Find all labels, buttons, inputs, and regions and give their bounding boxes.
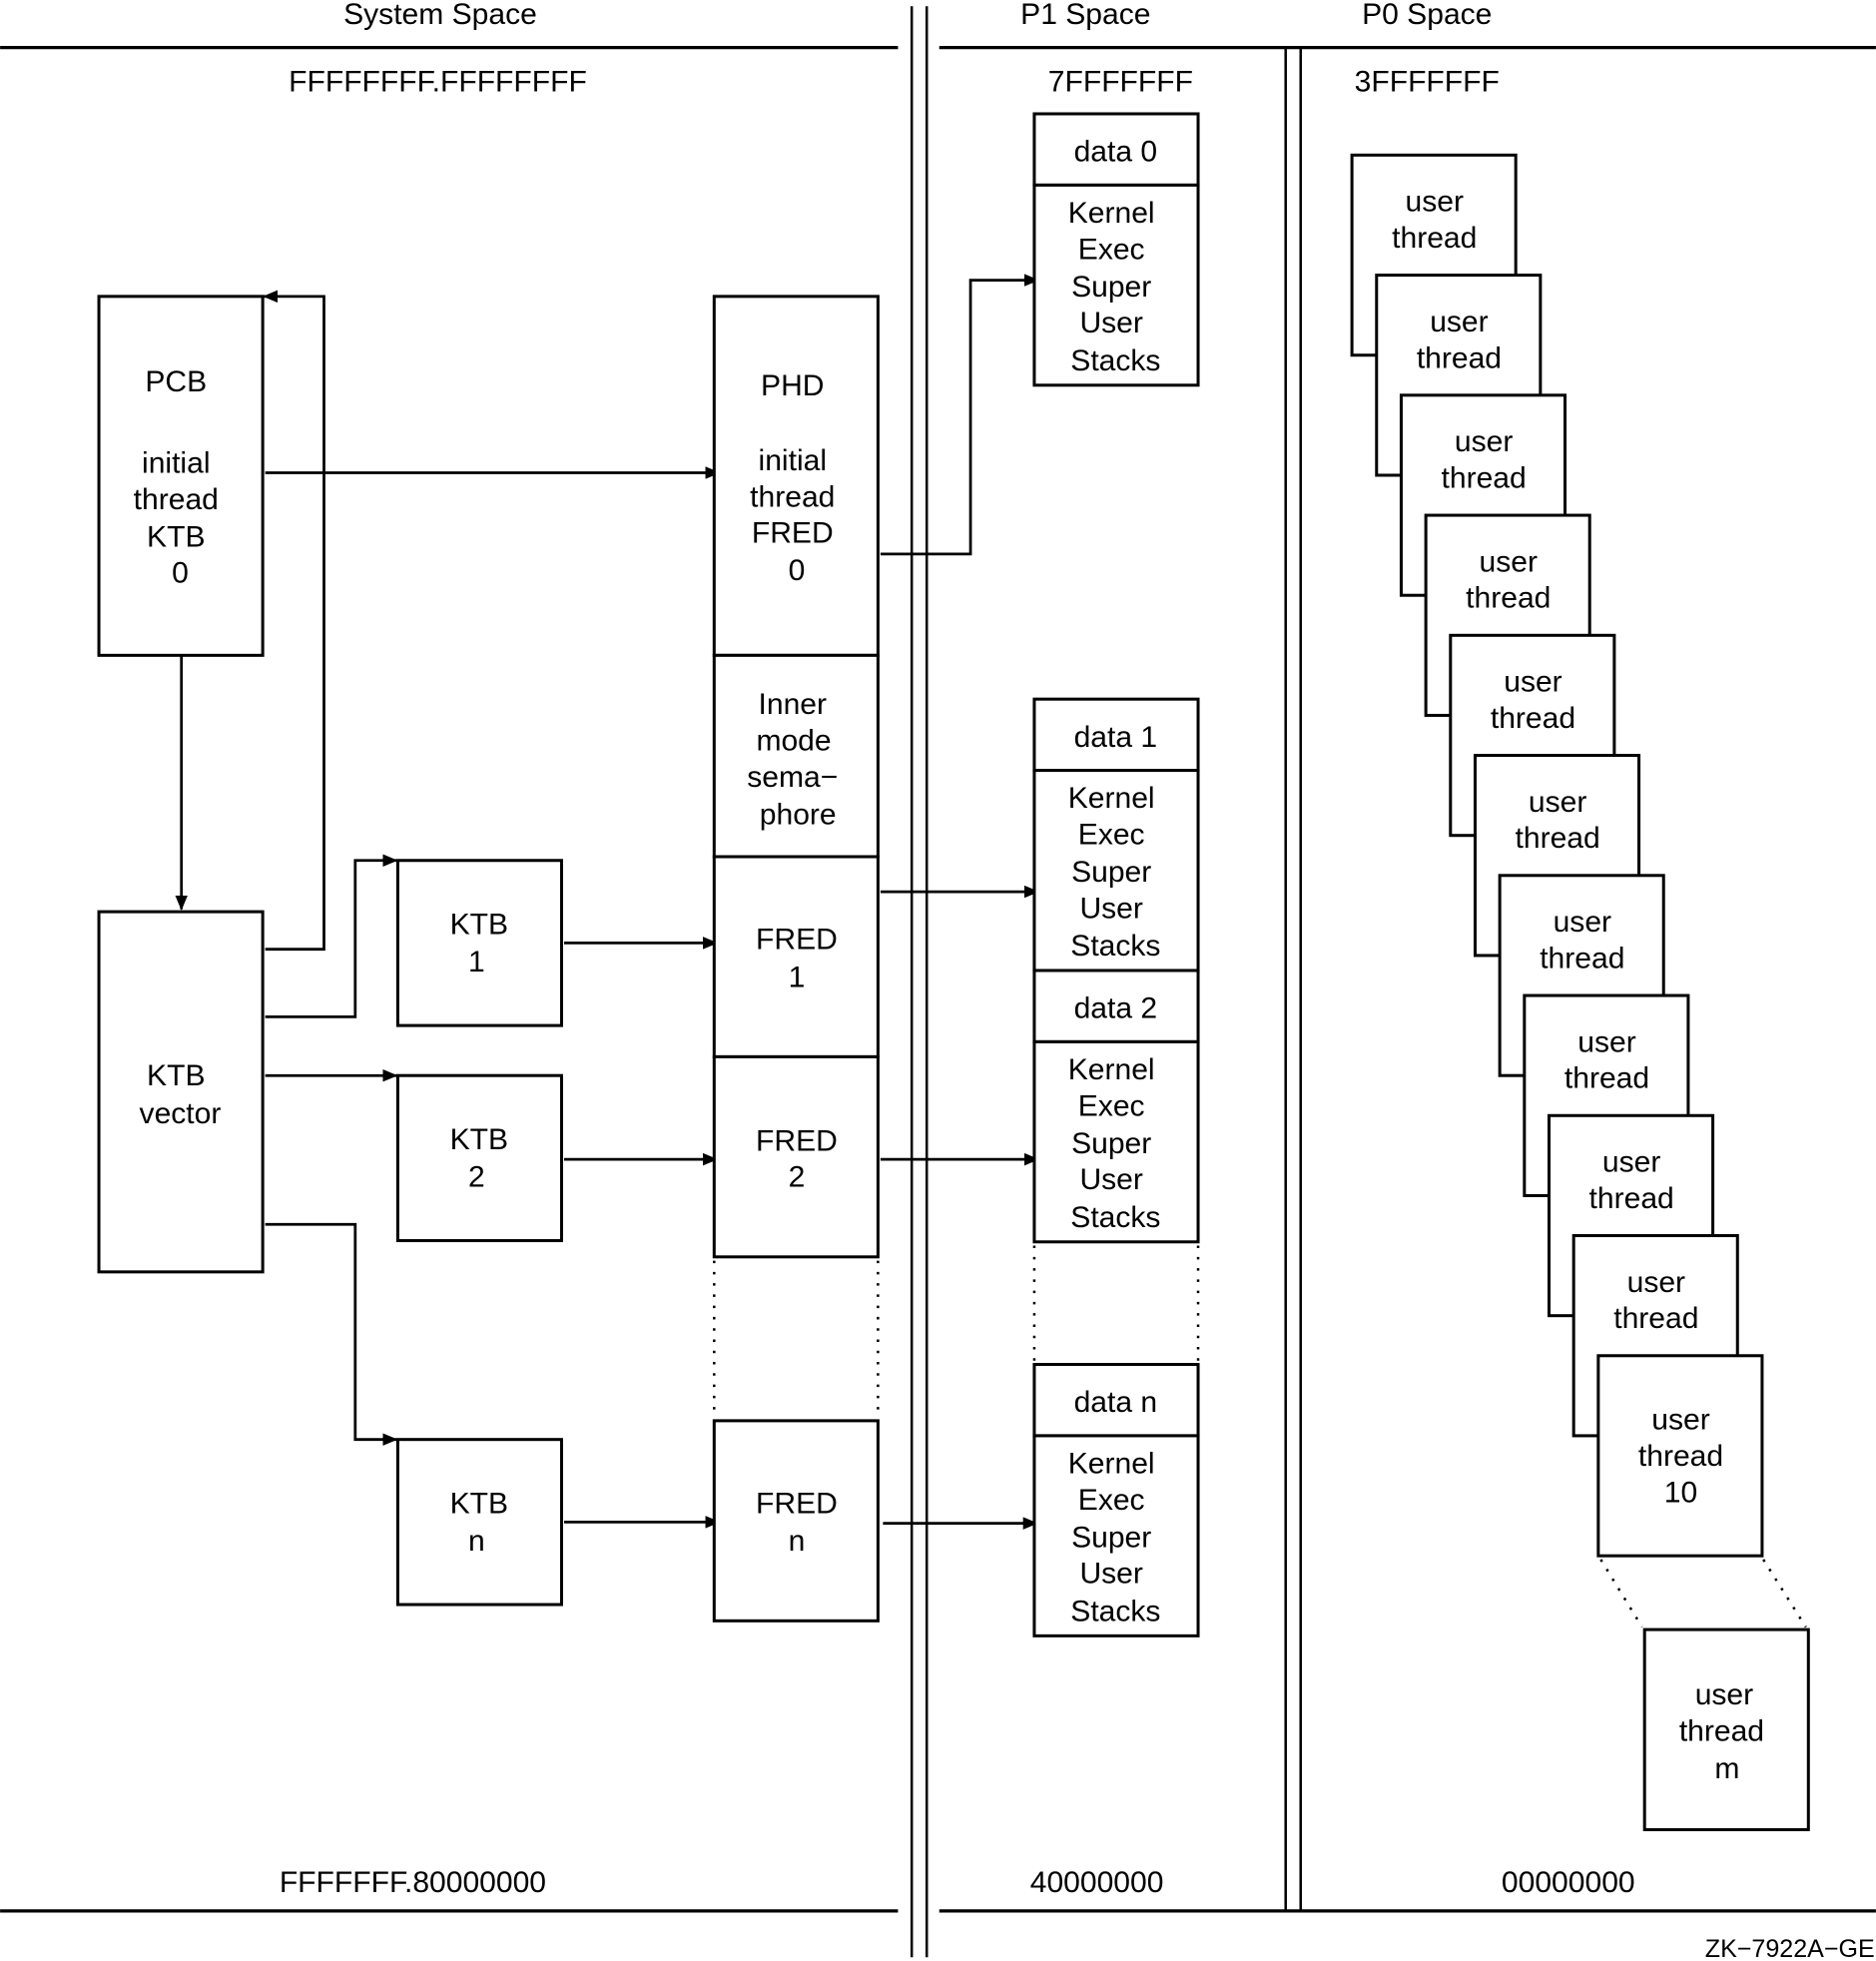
ktb-vector-box: KTB vector bbox=[97, 910, 265, 1274]
pcb-box: PCB initial thread KTB 0 bbox=[97, 295, 265, 657]
figure-id: ZK−7922A−GE bbox=[1705, 1935, 1875, 1961]
user-thread-continuation-left bbox=[1599, 1559, 1643, 1629]
user-thread-stack: user threaduser threaduser threaduser thread… bbox=[1350, 153, 1764, 1558]
svg-text:data 2: data 2 bbox=[1074, 992, 1158, 1025]
arrow-ktb-vector-to-ktb-1 bbox=[265, 854, 398, 1018]
svg-text:Kernel Exec Super: Kernel Exec Super User Stacks bbox=[1068, 1448, 1163, 1629]
fred-1-box bbox=[712, 855, 880, 1058]
p1-block-2: data 2 Kernel Exec Super User Stacks bbox=[1032, 969, 1200, 1244]
svg-text:Kernel Exec Super: Kernel Exec Super User Stacks bbox=[1068, 197, 1163, 377]
ktb-1-box: KTB 1 bbox=[395, 859, 563, 1027]
svg-text:Kernel Exec Super: Kernel Exec Super User Stacks bbox=[1068, 782, 1163, 963]
user-thread-m-box: user thread m bbox=[1642, 1628, 1810, 1831]
user-thread-box: user thread 10 bbox=[1596, 1354, 1764, 1558]
system-p1-divider bbox=[910, 6, 929, 1958]
process-address-space-diagram: System Space P1 Space P0 Space FFFFFFFF.… bbox=[0, 0, 1876, 1961]
connectors bbox=[175, 274, 1039, 1530]
user-thread-continuation-right bbox=[1762, 1559, 1807, 1629]
p1-block-1: data 1 Kernel Exec Super User Stacks bbox=[1032, 697, 1200, 973]
svg-text:Kernel Exec Super: Kernel Exec Super User Stacks bbox=[1068, 1053, 1163, 1234]
svg-text:data 1: data 1 bbox=[1074, 721, 1158, 754]
svg-text:data n: data n bbox=[1074, 1386, 1158, 1419]
system-space-title: System Space bbox=[343, 0, 537, 31]
ktb-2-box: KTB 2 bbox=[395, 1073, 563, 1243]
p1-space-bottom-address: 40000000 bbox=[1030, 1866, 1164, 1899]
p1-block-n: data n Kernel Exec Super User Stacks bbox=[1032, 1363, 1200, 1637]
arrow-phd-to-stacks-0 bbox=[880, 274, 1039, 556]
ktb-n-box: KTB n bbox=[395, 1438, 563, 1607]
phd-column: PHD initial thread FRED 0 Inner mode sem… bbox=[712, 295, 880, 1623]
p1-block-0: data 0 Kernel Exec Super User Stacks bbox=[1032, 112, 1200, 387]
p1-space-top-address: 7FFFFFFF bbox=[1048, 65, 1193, 98]
p1-p0-divider bbox=[1284, 47, 1302, 1911]
fred-n-box bbox=[712, 1419, 880, 1623]
p0-space-title: P0 Space bbox=[1362, 0, 1492, 31]
arrow-ktb-vector-to-ktb-n bbox=[265, 1222, 398, 1446]
arrow-ktb-vector-to-pcb bbox=[263, 290, 325, 952]
p1-space-title: P1 Space bbox=[1020, 0, 1150, 31]
p0-space-top-address: 3FFFFFFF bbox=[1355, 65, 1500, 98]
svg-text:data 0: data 0 bbox=[1074, 136, 1158, 169]
p0-space-bottom-address: 00000000 bbox=[1502, 1866, 1635, 1899]
system-space-top-address: FFFFFFFF.FFFFFFFF bbox=[289, 65, 587, 98]
system-space-bottom-address: FFFFFFF.80000000 bbox=[280, 1866, 546, 1899]
